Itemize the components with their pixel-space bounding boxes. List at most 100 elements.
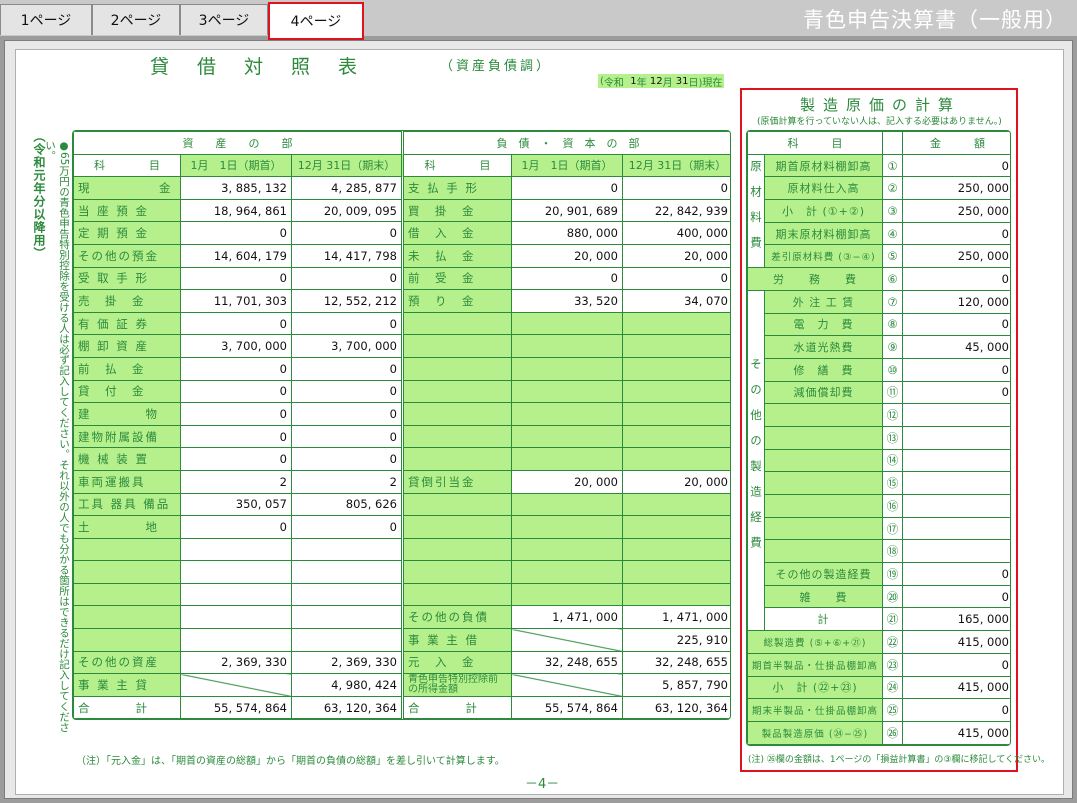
cost-value[interactable]: 415, 000 xyxy=(902,630,1010,654)
liability-end-value[interactable]: 34, 070 xyxy=(622,289,730,313)
asset-end-value[interactable] xyxy=(291,628,403,652)
cost-value[interactable]: 0 xyxy=(902,698,1010,722)
liability-start-value[interactable]: 20, 901, 689 xyxy=(511,198,623,223)
asset-end-value[interactable]: 0 xyxy=(291,266,403,291)
asset-start-value[interactable]: 0 xyxy=(180,221,292,245)
cost-value[interactable]: 250, 000 xyxy=(902,199,1010,223)
liability-start-value[interactable] xyxy=(511,447,623,471)
asset-start-value[interactable]: 3, 700, 000 xyxy=(180,334,292,358)
liability-start-value[interactable] xyxy=(511,334,623,358)
liability-start-value[interactable] xyxy=(511,537,623,562)
cost-value[interactable]: 0 xyxy=(902,221,1010,246)
asset-start-value[interactable]: 0 xyxy=(180,379,292,404)
liability-start-value[interactable] xyxy=(511,515,623,539)
asset-start-value[interactable]: 18, 964, 861 xyxy=(180,198,292,223)
cost-value[interactable]: 0 xyxy=(902,380,1010,405)
liability-start-value[interactable]: 0 xyxy=(511,176,623,200)
asset-end-value[interactable]: 0 xyxy=(291,447,403,471)
liability-start-value[interactable] xyxy=(511,356,623,381)
cost-value[interactable] xyxy=(902,539,1010,564)
liability-start-value[interactable]: 55, 574, 864 xyxy=(511,695,623,720)
liability-start-value[interactable] xyxy=(511,311,623,336)
asset-end-value[interactable] xyxy=(291,605,403,630)
cost-value[interactable] xyxy=(902,425,1010,450)
liability-end-value[interactable] xyxy=(622,515,730,539)
cost-value[interactable]: 250, 000 xyxy=(902,244,1010,269)
tab-page-4[interactable]: 4ページ xyxy=(268,2,364,40)
liability-end-value[interactable]: 63, 120, 364 xyxy=(622,695,730,720)
liability-start-value[interactable]: 0 xyxy=(511,266,623,291)
asset-start-value[interactable] xyxy=(180,628,292,652)
liability-end-value[interactable] xyxy=(622,334,730,358)
asset-start-value[interactable]: 14, 604, 179 xyxy=(180,243,292,268)
asset-end-value[interactable]: 0 xyxy=(291,402,403,426)
liability-end-value[interactable] xyxy=(622,560,730,584)
liability-end-value[interactable]: 400, 000 xyxy=(622,221,730,245)
cost-value[interactable]: 165, 000 xyxy=(902,607,1010,632)
asset-end-value[interactable]: 0 xyxy=(291,221,403,245)
liability-end-value[interactable] xyxy=(622,424,730,449)
liability-end-value[interactable]: 32, 248, 655 xyxy=(622,650,730,675)
asset-start-value[interactable]: 3, 885, 132 xyxy=(180,176,292,200)
asset-start-value[interactable]: 0 xyxy=(180,447,292,471)
asset-end-value[interactable]: 2 xyxy=(291,469,403,494)
liability-start-value[interactable] xyxy=(511,379,623,404)
cost-value[interactable] xyxy=(902,403,1010,427)
cost-value[interactable] xyxy=(902,448,1010,473)
asset-start-value[interactable]: 0 xyxy=(180,266,292,291)
liability-end-value[interactable] xyxy=(622,402,730,426)
liability-end-value[interactable] xyxy=(622,582,730,607)
asset-end-value[interactable]: 2, 369, 330 xyxy=(291,650,403,675)
asset-end-value[interactable]: 0 xyxy=(291,356,403,381)
asset-end-value[interactable]: 14, 417, 798 xyxy=(291,243,403,268)
liability-end-value[interactable] xyxy=(622,492,730,517)
cost-value[interactable]: 0 xyxy=(902,357,1010,382)
asset-start-value[interactable]: 55, 574, 864 xyxy=(180,695,292,720)
cost-value[interactable] xyxy=(902,516,1010,541)
asset-end-value[interactable]: 0 xyxy=(291,515,403,539)
liability-end-value[interactable]: 5, 857, 790 xyxy=(622,673,730,697)
liability-start-value[interactable] xyxy=(511,424,623,449)
cost-value[interactable]: 0 xyxy=(902,652,1010,677)
liability-end-value[interactable]: 20, 000 xyxy=(622,243,730,268)
liability-end-value[interactable]: 22, 842, 939 xyxy=(622,198,730,223)
liability-end-value[interactable]: 20, 000 xyxy=(622,469,730,494)
asset-start-value[interactable] xyxy=(180,605,292,630)
liability-end-value[interactable]: 225, 910 xyxy=(622,628,730,652)
liability-end-value[interactable] xyxy=(622,356,730,381)
cost-value[interactable]: 0 xyxy=(902,267,1010,291)
asset-end-value[interactable]: 12, 552, 212 xyxy=(291,289,403,313)
liability-start-value[interactable] xyxy=(511,560,623,584)
asset-start-value[interactable]: 0 xyxy=(180,424,292,449)
asset-start-value[interactable] xyxy=(180,582,292,607)
tab-page-2[interactable]: 2ページ xyxy=(92,4,180,35)
asset-start-value[interactable]: 11, 701, 303 xyxy=(180,289,292,313)
asset-end-value[interactable]: 4, 980, 424 xyxy=(291,673,403,697)
asset-end-value[interactable]: 0 xyxy=(291,311,403,336)
asset-start-value[interactable]: 2 xyxy=(180,469,292,494)
liability-start-value[interactable] xyxy=(511,402,623,426)
cost-value[interactable]: 120, 000 xyxy=(902,289,1010,314)
liability-start-value[interactable]: 33, 520 xyxy=(511,289,623,313)
asset-start-value[interactable]: 350, 057 xyxy=(180,492,292,517)
cost-value[interactable]: 45, 000 xyxy=(902,335,1010,359)
tab-page-1[interactable]: 1ページ xyxy=(0,4,92,35)
asset-end-value[interactable] xyxy=(291,582,403,607)
cost-value[interactable]: 0 xyxy=(902,312,1010,337)
asset-start-value[interactable]: 2, 369, 330 xyxy=(180,650,292,675)
asset-start-value[interactable] xyxy=(180,673,292,697)
asset-start-value[interactable] xyxy=(180,537,292,562)
asset-end-value[interactable] xyxy=(291,560,403,584)
asset-start-value[interactable]: 0 xyxy=(180,356,292,381)
asset-end-value[interactable]: 0 xyxy=(291,379,403,404)
cost-value[interactable]: 415, 000 xyxy=(902,675,1010,700)
cost-value[interactable] xyxy=(902,471,1010,495)
liability-end-value[interactable] xyxy=(622,537,730,562)
asset-start-value[interactable]: 0 xyxy=(180,515,292,539)
cost-value[interactable]: 250, 000 xyxy=(902,176,1010,201)
asset-end-value[interactable]: 4, 285, 877 xyxy=(291,176,403,200)
liability-start-value[interactable]: 20, 000 xyxy=(511,243,623,268)
cost-value[interactable]: 415, 000 xyxy=(902,720,1010,745)
asset-end-value[interactable]: 20, 009, 095 xyxy=(291,198,403,223)
liability-start-value[interactable]: 20, 000 xyxy=(511,469,623,494)
